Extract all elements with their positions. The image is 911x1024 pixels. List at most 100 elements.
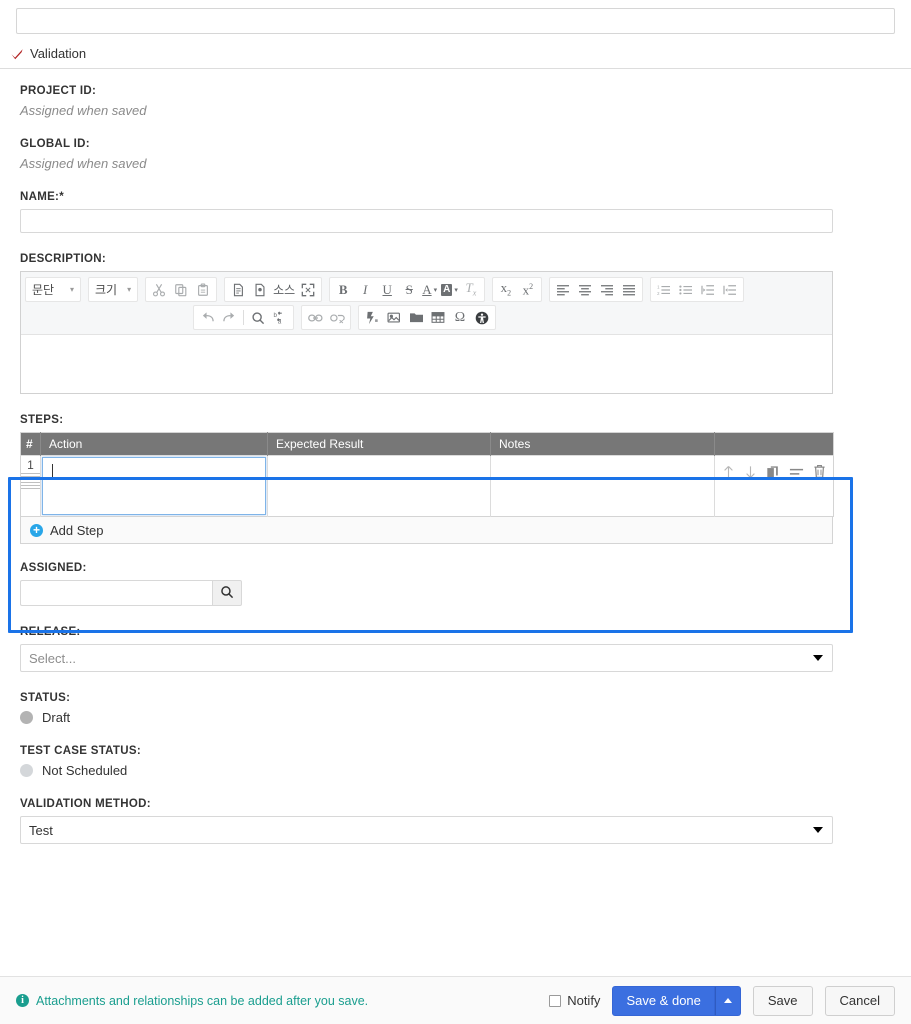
maximize-icon[interactable] (297, 279, 319, 300)
field-project-id: PROJECT ID: Assigned when saved (20, 85, 891, 118)
remove-format-icon[interactable]: Tx (460, 279, 482, 300)
step-number: 1 (27, 458, 34, 472)
test-case-status-dot-icon (20, 764, 33, 777)
unlink-icon[interactable] (326, 307, 348, 328)
chevron-down-icon (804, 817, 832, 843)
status-value: Draft (42, 710, 71, 725)
step-action-input[interactable] (42, 457, 266, 515)
toolbar-group-lists: 12 (649, 277, 744, 302)
step-expected-input[interactable] (269, 457, 489, 515)
toolbar-group-basic-styles: B I U S A ▾ A ▾ Tx (329, 277, 485, 302)
align-right-icon[interactable] (596, 279, 618, 300)
assigned-input[interactable] (20, 580, 212, 606)
notify-label[interactable]: Notify (567, 993, 600, 1008)
validation-method-label: VALIDATION METHOD: (20, 798, 151, 810)
link-icon[interactable] (304, 307, 326, 328)
flash-icon[interactable] (361, 307, 383, 328)
description-editable[interactable] (21, 336, 832, 393)
justify-icon[interactable] (618, 279, 640, 300)
outdent-icon[interactable] (697, 279, 719, 300)
template-icon[interactable] (405, 307, 427, 328)
save-done-dropdown-button[interactable] (714, 985, 741, 1016)
add-step-row[interactable]: + Add Step (20, 517, 833, 544)
align-left-icon[interactable] (552, 279, 574, 300)
indent-icon[interactable] (719, 279, 741, 300)
name-label: NAME:* (20, 191, 64, 203)
align-center-icon[interactable] (574, 279, 596, 300)
delete-icon[interactable] (813, 464, 826, 479)
field-assigned: ASSIGNED: (20, 562, 891, 606)
bulleted-list-icon[interactable] (675, 279, 697, 300)
title-input[interactable] (16, 8, 895, 34)
table-icon[interactable] (427, 307, 449, 328)
subscript-icon[interactable]: x2 (495, 279, 517, 300)
find-icon[interactable] (247, 307, 269, 328)
column-header-expected-result: Expected Result (267, 432, 491, 456)
footer-actions: Notify Save & done Save Cancel (549, 985, 895, 1016)
step-number-cell[interactable]: 1 (20, 455, 41, 517)
steps-table: # Action Expected Result Notes 1 (20, 432, 834, 517)
rich-text-editor: 문단 ▾ 크기 ▾ 소스 B I U S A ▾ A ▾ Tx x2 x2 1 … (20, 271, 833, 394)
toolbar-group-clipboard (145, 277, 218, 302)
text-caret (52, 464, 53, 479)
source-icon[interactable]: 소스 (271, 281, 297, 298)
replace-icon[interactable]: b a (269, 307, 291, 328)
global-id-value: Assigned when saved (20, 156, 147, 171)
paste-word-icon[interactable] (249, 279, 271, 300)
paragraph-format-combo[interactable]: 문단 ▾ (25, 277, 81, 302)
toolbar-group-links (301, 305, 351, 330)
test-case-status-value-row: Not Scheduled (20, 763, 891, 778)
italic-icon[interactable]: I (354, 279, 376, 300)
name-input[interactable] (20, 209, 833, 233)
cancel-button[interactable]: Cancel (824, 985, 895, 1016)
accessibility-icon[interactable] (471, 307, 493, 328)
steps-label: STEPS: (20, 414, 64, 426)
save-done-button[interactable]: Save & done (612, 985, 715, 1016)
project-id-value: Assigned when saved (20, 103, 147, 118)
underline-icon[interactable]: U (376, 279, 398, 300)
drag-handle-icon[interactable] (21, 473, 40, 489)
description-label: DESCRIPTION: (20, 253, 107, 265)
step-notes-input[interactable] (492, 457, 713, 515)
strikethrough-icon[interactable]: S (398, 279, 420, 300)
undo-icon[interactable] (196, 307, 218, 328)
notify-checkbox[interactable] (549, 994, 562, 1007)
info-icon: i (16, 994, 29, 1007)
step-expected-cell[interactable] (267, 455, 491, 517)
paste-text-icon[interactable] (227, 279, 249, 300)
step-action-cell[interactable] (40, 455, 268, 517)
image-icon[interactable] (383, 307, 405, 328)
cut-icon[interactable] (148, 279, 170, 300)
special-char-icon[interactable]: Ω (449, 307, 471, 328)
duplicate-icon[interactable] (766, 465, 780, 479)
background-color-icon[interactable]: A ▾ (439, 279, 460, 300)
move-up-icon[interactable] (722, 465, 735, 479)
step-notes-cell[interactable] (490, 455, 715, 517)
add-step-label[interactable]: Add Step (50, 523, 104, 538)
chevron-up-icon (723, 998, 732, 1003)
release-select[interactable]: Select... (20, 644, 833, 672)
field-global-id: GLOBAL ID: Assigned when saved (20, 138, 891, 171)
save-button[interactable]: Save (752, 985, 813, 1016)
editor-toolbar-row-2: b a Ω (25, 305, 828, 330)
tab-validation[interactable]: Validation (6, 46, 90, 61)
search-button[interactable] (212, 580, 242, 606)
insert-icon[interactable] (789, 466, 804, 478)
test-case-status-label: TEST CASE STATUS: (20, 745, 141, 757)
validation-method-select[interactable]: Test (20, 816, 833, 844)
numbered-list-icon[interactable]: 12 (653, 279, 675, 300)
save-done-split-button: Save & done (612, 985, 741, 1016)
bold-icon[interactable]: B (332, 279, 354, 300)
move-down-icon[interactable] (744, 465, 757, 479)
text-color-icon[interactable]: A ▾ (420, 279, 439, 300)
notify-group[interactable]: Notify (549, 993, 600, 1008)
superscript-icon[interactable]: x2 (517, 279, 539, 300)
font-size-label: 크기 (95, 283, 118, 297)
paragraph-format-label: 문단 (32, 283, 55, 297)
steps-container: # Action Expected Result Notes 1 + Add S… (20, 432, 834, 544)
paste-icon[interactable] (192, 279, 214, 300)
font-size-combo[interactable]: 크기 ▾ (88, 277, 139, 302)
copy-icon[interactable] (170, 279, 192, 300)
toolbar-group-alignment (548, 277, 643, 302)
redo-icon[interactable] (218, 307, 240, 328)
